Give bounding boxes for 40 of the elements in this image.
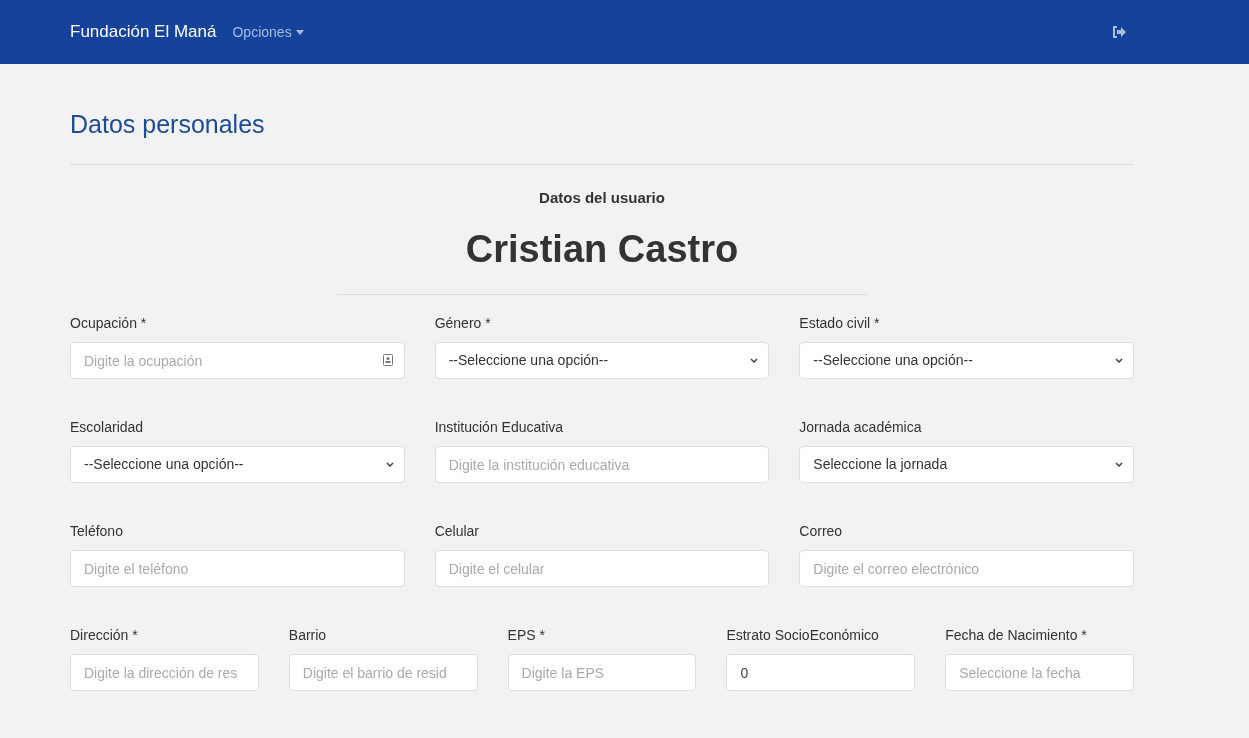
select-field[interactable]: --Seleccione una opción-- [70, 446, 405, 483]
input-field[interactable]: Digite el correo electrónico [799, 550, 1134, 587]
contact-card-icon [382, 354, 393, 366]
input-field[interactable]: Digite la ocupación [70, 342, 405, 379]
field-label: Teléfono [70, 522, 124, 541]
user-name: Cristian Castro [464, 227, 740, 272]
input-field[interactable]: Seleccione la fecha [945, 654, 1134, 691]
field-label: Estrato SocioEconómico [726, 626, 880, 645]
field-label: Estado civil * [799, 314, 881, 333]
options-dropdown[interactable]: Opciones [232, 21, 304, 43]
brand-link[interactable]: Fundación El Maná [70, 19, 217, 45]
field-label: Correo [799, 522, 844, 541]
field-label: Celular [434, 522, 480, 541]
field-label: Institución Educativa [434, 418, 565, 437]
input-field[interactable]: Digite el barrio de resid [288, 654, 478, 691]
field-label: Género * [434, 314, 492, 333]
caret-icon [295, 29, 304, 35]
section-subtitle: Datos del usuario [538, 187, 666, 208]
field-label: Dirección * [70, 626, 139, 645]
chevron-down-icon [1115, 462, 1123, 467]
input-field[interactable]: Digite el teléfono [70, 550, 405, 587]
field-label: Escolaridad [70, 418, 145, 437]
select-field[interactable]: Seleccione la jornada [799, 446, 1134, 483]
field-label: Ocupación * [70, 314, 148, 333]
chevron-down-icon [1115, 358, 1123, 363]
input-field[interactable]: Digite la EPS [507, 654, 697, 691]
select-field[interactable]: --Seleccione una opción-- [434, 342, 770, 379]
input-field[interactable]: 0 [726, 654, 916, 691]
field-label: EPS * [507, 626, 546, 645]
input-field[interactable]: Digite el celular [434, 550, 770, 587]
field-label: Barrio [288, 626, 328, 645]
page-title: Datos personales [70, 109, 266, 140]
field-label: Jornada académica [799, 418, 923, 437]
input-field[interactable]: Digite la dirección de res [70, 654, 259, 691]
input-field[interactable]: Digite la institución educativa [434, 446, 770, 483]
chevron-down-icon [385, 462, 394, 467]
select-field[interactable]: --Seleccione una opción-- [799, 342, 1134, 379]
field-label: Fecha de Nacimiento * [945, 626, 1088, 645]
logout-icon[interactable] [1112, 26, 1126, 38]
chevron-down-icon [750, 358, 759, 363]
